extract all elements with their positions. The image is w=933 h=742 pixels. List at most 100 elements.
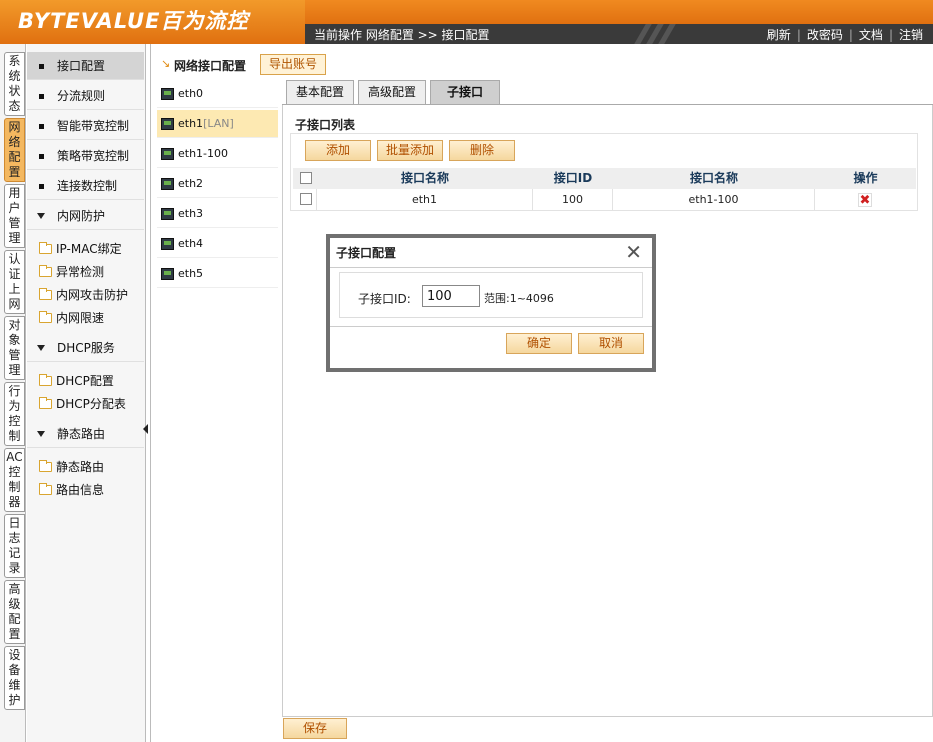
menu-item-label: 接口配置 bbox=[57, 59, 106, 73]
menu-group-label: 静态路由 bbox=[57, 427, 106, 441]
brand-logo: BYTEVALUE百为流控 bbox=[18, 9, 249, 33]
menu-subitem-static-route[interactable]: 静态路由 bbox=[37, 456, 104, 478]
menu-subitem-dhcp-config[interactable]: DHCP配置 bbox=[37, 370, 114, 392]
menu-item-connection-control[interactable]: 连接数控制 bbox=[27, 172, 144, 200]
folder-icon bbox=[39, 460, 52, 472]
interface-item-eth4[interactable]: eth4 bbox=[157, 230, 278, 258]
dialog-divider bbox=[330, 326, 652, 327]
export-accounts-button[interactable]: 导出账号 bbox=[260, 54, 326, 75]
interface-tag: [LAN] bbox=[203, 117, 234, 130]
arrow-icon: ↘ bbox=[161, 57, 171, 70]
interface-item-eth2[interactable]: eth2 bbox=[157, 170, 278, 198]
menu-subitem-anomaly[interactable]: 异常检测 bbox=[37, 261, 104, 283]
vtab-advanced[interactable]: 高级配置 bbox=[4, 580, 25, 644]
delete-row-icon[interactable]: ✖ bbox=[858, 193, 872, 207]
vtab-auth[interactable]: 认证上网 bbox=[4, 250, 25, 314]
save-button[interactable]: 保存 bbox=[283, 718, 347, 739]
interface-name: eth2 bbox=[178, 177, 204, 190]
menu-subitem-label: 内网限速 bbox=[56, 311, 105, 325]
menu-item-smart-bandwidth[interactable]: 智能带宽控制 bbox=[27, 112, 144, 140]
folder-icon bbox=[39, 483, 52, 495]
interface-item-eth5[interactable]: eth5 bbox=[157, 260, 278, 288]
column-header-name: 接口名称 bbox=[689, 171, 738, 185]
menu-group-dhcp[interactable]: DHCP服务 bbox=[27, 334, 144, 362]
vtab-ac-controller[interactable]: AC控制器 bbox=[4, 448, 25, 512]
menu-item-interface-config[interactable]: 接口配置 bbox=[27, 52, 144, 80]
folder-icon bbox=[39, 288, 52, 300]
header-top-bar bbox=[305, 0, 933, 24]
vtab-maintenance[interactable]: 设备维护 bbox=[4, 646, 25, 710]
menu-item-label: 智能带宽控制 bbox=[57, 119, 130, 133]
cell-iface: eth1 bbox=[317, 189, 533, 211]
sub-interface-dialog: 子接口配置 ✕ 子接口ID: 范围:1~4096 确定 取消 bbox=[326, 234, 656, 372]
collapse-sidebar-icon[interactable] bbox=[143, 424, 148, 434]
menu-item-label: 策略带宽控制 bbox=[57, 149, 130, 163]
cell-id: 100 bbox=[533, 189, 613, 211]
menu-subitem-dhcp-table[interactable]: DHCP分配表 bbox=[37, 393, 126, 415]
docs-link[interactable]: 文档 bbox=[859, 28, 883, 42]
delete-button[interactable]: 删除 bbox=[449, 140, 515, 161]
change-password-link[interactable]: 改密码 bbox=[807, 28, 843, 42]
sub-interface-id-input[interactable] bbox=[422, 285, 480, 307]
interface-item-eth3[interactable]: eth3 bbox=[157, 200, 278, 228]
menu-subitem-label: DHCP分配表 bbox=[56, 397, 126, 411]
table-row: eth1 100 eth1-100 bbox=[293, 189, 916, 211]
vtab-logs[interactable]: 日志记录 bbox=[4, 514, 25, 578]
vertical-tab-bar: 系统状态 网络配置 用户管理 认证上网 对象管理 行为控制 AC控制器 日志记录… bbox=[0, 44, 26, 742]
menu-item-policy-bandwidth[interactable]: 策略带宽控制 bbox=[27, 142, 144, 170]
vtab-behavior[interactable]: 行为控制 bbox=[4, 382, 25, 446]
top-nav: 刷新 | 改密码 | 文档 | 注销 bbox=[766, 28, 923, 42]
column-header-iface: 接口名称 bbox=[400, 171, 449, 185]
refresh-link[interactable]: 刷新 bbox=[767, 28, 791, 42]
cancel-button[interactable]: 取消 bbox=[578, 333, 644, 354]
select-all-checkbox[interactable] bbox=[300, 172, 312, 184]
tab-sub-interface[interactable]: 子接口 bbox=[430, 80, 500, 104]
menu-subitem-attack-protection[interactable]: 内网攻击防护 bbox=[37, 284, 128, 306]
tab-basic-config[interactable]: 基本配置 bbox=[286, 80, 354, 104]
row-checkbox[interactable] bbox=[300, 193, 312, 205]
menu-group-static-route[interactable]: 静态路由 bbox=[27, 420, 144, 448]
network-card-icon bbox=[161, 178, 174, 190]
collapse-arrow-icon bbox=[37, 213, 45, 219]
menu-subitem-rate-limit[interactable]: 内网限速 bbox=[37, 307, 104, 329]
logout-link[interactable]: 注销 bbox=[899, 28, 923, 42]
row-checkbox-cell bbox=[293, 189, 317, 211]
interface-name: eth0 bbox=[178, 87, 204, 100]
side-menu: 接口配置 分流规则 智能带宽控制 策略带宽控制 连接数控制 内网防护 IP-MA… bbox=[27, 44, 146, 742]
menu-item-split-rules[interactable]: 分流规则 bbox=[27, 82, 144, 110]
close-icon[interactable]: ✕ bbox=[625, 240, 642, 264]
table-header: 接口名称 接口ID 接口名称 操作 bbox=[293, 168, 916, 189]
vtab-network-config[interactable]: 网络配置 bbox=[4, 118, 25, 182]
interface-item-eth0[interactable]: eth0 bbox=[157, 80, 278, 108]
folder-icon bbox=[39, 242, 52, 254]
menu-subitem-ip-mac[interactable]: IP-MAC绑定 bbox=[37, 238, 122, 260]
interface-name: eth1 bbox=[178, 117, 204, 130]
menu-group-label: 内网防护 bbox=[57, 209, 106, 223]
batch-add-button[interactable]: 批量添加 bbox=[377, 140, 443, 161]
network-card-icon bbox=[161, 118, 174, 130]
add-button[interactable]: 添加 bbox=[305, 140, 371, 161]
vtab-objects[interactable]: 对象管理 bbox=[4, 316, 25, 380]
interface-name: eth4 bbox=[178, 237, 204, 250]
vtab-user-management[interactable]: 用户管理 bbox=[4, 184, 25, 248]
interface-item-eth1-100[interactable]: eth1-100 bbox=[157, 140, 278, 168]
folder-icon bbox=[39, 374, 52, 386]
column-header-action: 操作 bbox=[853, 171, 878, 185]
network-card-icon bbox=[161, 88, 174, 100]
menu-subitem-label: 路由信息 bbox=[56, 483, 105, 497]
menu-subitem-label: 异常检测 bbox=[56, 265, 105, 279]
column-header-id: 接口ID bbox=[553, 171, 593, 185]
folder-icon bbox=[39, 311, 52, 323]
confirm-button[interactable]: 确定 bbox=[506, 333, 572, 354]
menu-item-label: 连接数控制 bbox=[57, 179, 118, 193]
menu-group-lan-protection[interactable]: 内网防护 bbox=[27, 202, 144, 230]
interface-item-eth1[interactable]: eth1[LAN] bbox=[157, 110, 278, 138]
vtab-system-status[interactable]: 系统状态 bbox=[4, 52, 25, 116]
range-hint: 范围:1~4096 bbox=[484, 292, 554, 305]
tab-advanced-config[interactable]: 高级配置 bbox=[358, 80, 426, 104]
menu-subitem-label: DHCP配置 bbox=[56, 374, 114, 388]
sub-interface-id-label: 子接口ID: bbox=[358, 292, 411, 306]
menu-item-label: 分流规则 bbox=[57, 89, 106, 103]
menu-subitem-route-info[interactable]: 路由信息 bbox=[37, 479, 104, 501]
network-card-icon bbox=[161, 268, 174, 280]
